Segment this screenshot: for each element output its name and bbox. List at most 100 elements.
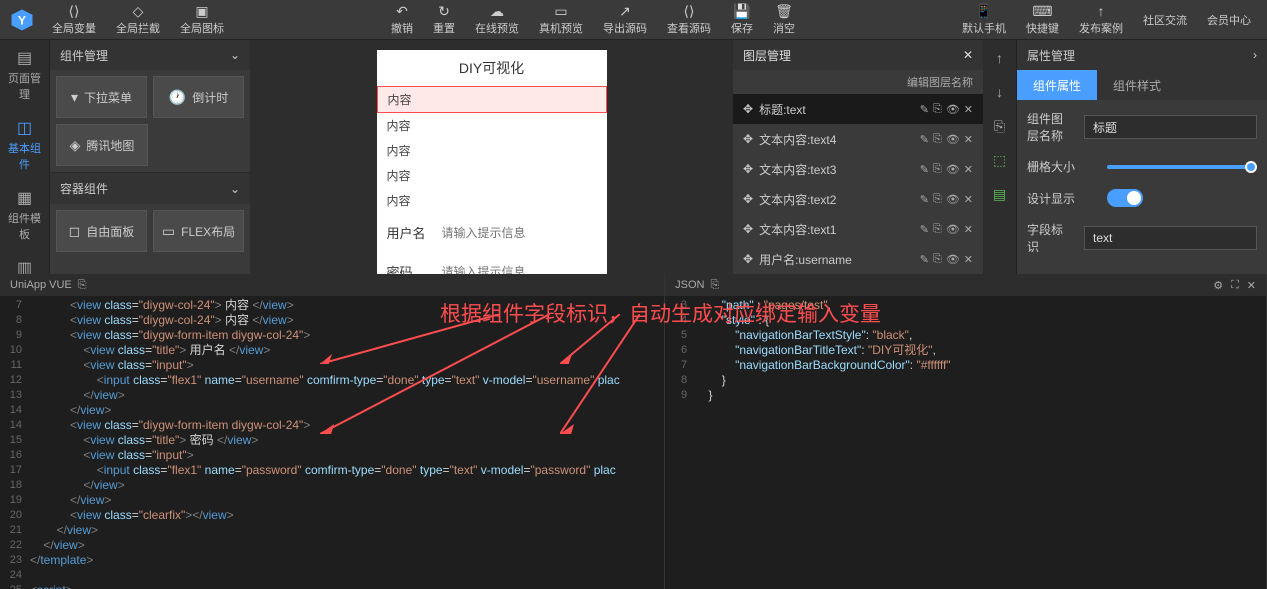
- comp-flex-layout[interactable]: ▭FLEX布局: [153, 210, 244, 252]
- edit-icon[interactable]: ✎: [920, 163, 929, 176]
- publish-btn[interactable]: ↑发布案例: [1071, 1, 1131, 38]
- device-preview-btn[interactable]: ▭真机预览: [531, 1, 591, 38]
- rail-comp-tpl[interactable]: ▦组件模板: [0, 180, 49, 250]
- mobile-icon: 📱: [976, 3, 992, 19]
- design-show-label: 设计显示: [1027, 190, 1097, 207]
- preview-content-4[interactable]: 内容: [377, 163, 607, 188]
- member-btn[interactable]: 会员中心: [1199, 1, 1259, 38]
- prop-header: 属性管理›: [1017, 40, 1267, 70]
- layer-edit-label: 编辑图层名称: [733, 70, 983, 94]
- grid-size-slider[interactable]: [1107, 165, 1257, 169]
- edit-icon[interactable]: ✎: [920, 133, 929, 146]
- save-icon: 💾: [734, 3, 750, 19]
- eye-icon[interactable]: 👁: [946, 253, 960, 266]
- settings-icon[interactable]: ⚙: [1213, 279, 1223, 292]
- layer-item-text3[interactable]: ✥文本内容:text3✎⎘👁✕: [733, 154, 983, 184]
- comp-tencent-map[interactable]: ◈腾讯地图: [56, 124, 148, 166]
- undo-btn[interactable]: ↶撤销: [383, 1, 421, 38]
- edit-icon[interactable]: ✎: [920, 223, 929, 236]
- copy-icon[interactable]: ⎘: [933, 223, 942, 236]
- password-input[interactable]: [442, 265, 597, 275]
- online-preview-btn[interactable]: ☁在线预览: [467, 1, 527, 38]
- copy-icon[interactable]: ⎘: [933, 193, 942, 206]
- form-username[interactable]: 用户名: [377, 213, 607, 252]
- save-btn[interactable]: 💾保存: [723, 1, 761, 38]
- copy-icon[interactable]: ⎘: [933, 253, 942, 266]
- arrow-down-icon[interactable]: ↓: [990, 82, 1010, 102]
- comp-free-panel[interactable]: ◻自由面板: [56, 210, 147, 252]
- edit-icon[interactable]: ✎: [920, 193, 929, 206]
- tab-component-style[interactable]: 组件样式: [1097, 70, 1177, 100]
- username-input[interactable]: [442, 226, 597, 240]
- default-phone-btn[interactable]: 📱默认手机: [954, 1, 1014, 38]
- move-icon: ✥: [743, 192, 753, 206]
- username-label: 用户名: [387, 223, 430, 242]
- layer-name-input[interactable]: [1084, 115, 1257, 139]
- copy-icon[interactable]: ⎘: [933, 103, 942, 116]
- rail-page-mgmt[interactable]: ▤页面管理: [0, 40, 49, 110]
- tab-component-attr[interactable]: 组件属性: [1017, 70, 1097, 100]
- delete-icon[interactable]: ✕: [964, 253, 973, 266]
- design-show-toggle[interactable]: [1107, 189, 1143, 207]
- list-icon[interactable]: ▤: [990, 184, 1010, 204]
- chevron-down-icon[interactable]: ⌄: [230, 48, 240, 62]
- clear-btn[interactable]: 🗑消空: [765, 1, 803, 38]
- edit-icon[interactable]: ✎: [920, 253, 929, 266]
- phone-icon: ▭: [553, 3, 569, 19]
- copy-icon[interactable]: ⎘: [933, 163, 942, 176]
- delete-icon[interactable]: ✕: [964, 223, 973, 236]
- global-var-btn[interactable]: ⟨⟩全局变量: [44, 1, 104, 38]
- plugin-icon[interactable]: ⬚: [990, 150, 1010, 170]
- form-password[interactable]: 密码: [377, 252, 607, 274]
- preview-content-1[interactable]: 内容: [377, 86, 607, 113]
- close-icon[interactable]: ✕: [963, 48, 973, 62]
- delete-icon[interactable]: ✕: [964, 193, 973, 206]
- global-block-btn[interactable]: ◇全局拦截: [108, 1, 168, 38]
- layer-item-title[interactable]: ✥标题:text✎⎘👁✕: [733, 94, 983, 124]
- eye-icon[interactable]: 👁: [946, 163, 960, 176]
- arrow-up-icon[interactable]: ↑: [990, 48, 1010, 68]
- layer-item-text2[interactable]: ✥文本内容:text2✎⎘👁✕: [733, 184, 983, 214]
- comp-countdown[interactable]: 🕐倒计时: [153, 76, 244, 118]
- community-btn[interactable]: 社区交流: [1135, 1, 1195, 38]
- preview-content-2[interactable]: 内容: [377, 113, 607, 138]
- rail-page-tpl[interactable]: ▥页面模板: [0, 250, 49, 274]
- eye-icon[interactable]: 👁: [946, 103, 960, 116]
- eye-icon[interactable]: 👁: [946, 133, 960, 146]
- preview-content-5[interactable]: 内容: [377, 188, 607, 213]
- delete-icon[interactable]: ✕: [964, 133, 973, 146]
- chevron-right-icon[interactable]: ›: [1253, 48, 1257, 62]
- view-code-btn[interactable]: ⟨⟩查看源码: [659, 1, 719, 38]
- field-id-label: 字段标识: [1027, 221, 1074, 255]
- rail-basic-comp[interactable]: ◫基本组件: [0, 110, 49, 180]
- json-code-body[interactable]: 3 "path" : "pages/test", 4 "style" : { 5…: [665, 296, 1266, 589]
- layer-item-username[interactable]: ✥用户名:username✎⎘👁✕: [733, 244, 983, 274]
- export-code-btn[interactable]: ↗导出源码: [595, 1, 655, 38]
- comp-dropdown[interactable]: ▾下拉菜单: [56, 76, 147, 118]
- delete-icon[interactable]: ✕: [964, 103, 973, 116]
- shortcuts-btn[interactable]: ⌨快捷键: [1018, 1, 1067, 38]
- canvas[interactable]: DIY可视化 内容 内容 内容 内容 内容 用户名 密码: [250, 40, 733, 274]
- trash-icon: 🗑: [776, 3, 792, 19]
- left-rail: ▤页面管理 ◫基本组件 ▦组件模板 ▥页面模板: [0, 40, 50, 274]
- layer-item-text4[interactable]: ✥文本内容:text4✎⎘👁✕: [733, 124, 983, 154]
- copy-icon[interactable]: ⎘: [78, 279, 87, 292]
- edit-icon[interactable]: ✎: [920, 103, 929, 116]
- preview-title: DIY可视化: [377, 50, 607, 86]
- close-icon[interactable]: ✕: [1247, 279, 1256, 292]
- delete-icon[interactable]: ✕: [964, 163, 973, 176]
- copy-icon[interactable]: ⎘: [710, 279, 719, 292]
- eye-icon[interactable]: 👁: [946, 193, 960, 206]
- field-id-input[interactable]: [1084, 226, 1257, 250]
- layer-item-text1[interactable]: ✥文本内容:text1✎⎘👁✕: [733, 214, 983, 244]
- expand-icon[interactable]: ⛶: [1231, 279, 1239, 292]
- copy-icon[interactable]: ⎘: [990, 116, 1010, 136]
- global-icon-btn[interactable]: ▣全局图标: [172, 1, 232, 38]
- eye-icon[interactable]: 👁: [946, 223, 960, 236]
- preview-content-3[interactable]: 内容: [377, 138, 607, 163]
- svg-text:Y: Y: [18, 13, 26, 27]
- copy-icon[interactable]: ⎘: [933, 133, 942, 146]
- vue-code-body[interactable]: 7 <view class="diygw-col-24"> 内容 </view>…: [0, 296, 664, 589]
- container-accordion[interactable]: 容器组件⌄: [50, 172, 250, 204]
- redo-btn[interactable]: ↻重置: [425, 1, 463, 38]
